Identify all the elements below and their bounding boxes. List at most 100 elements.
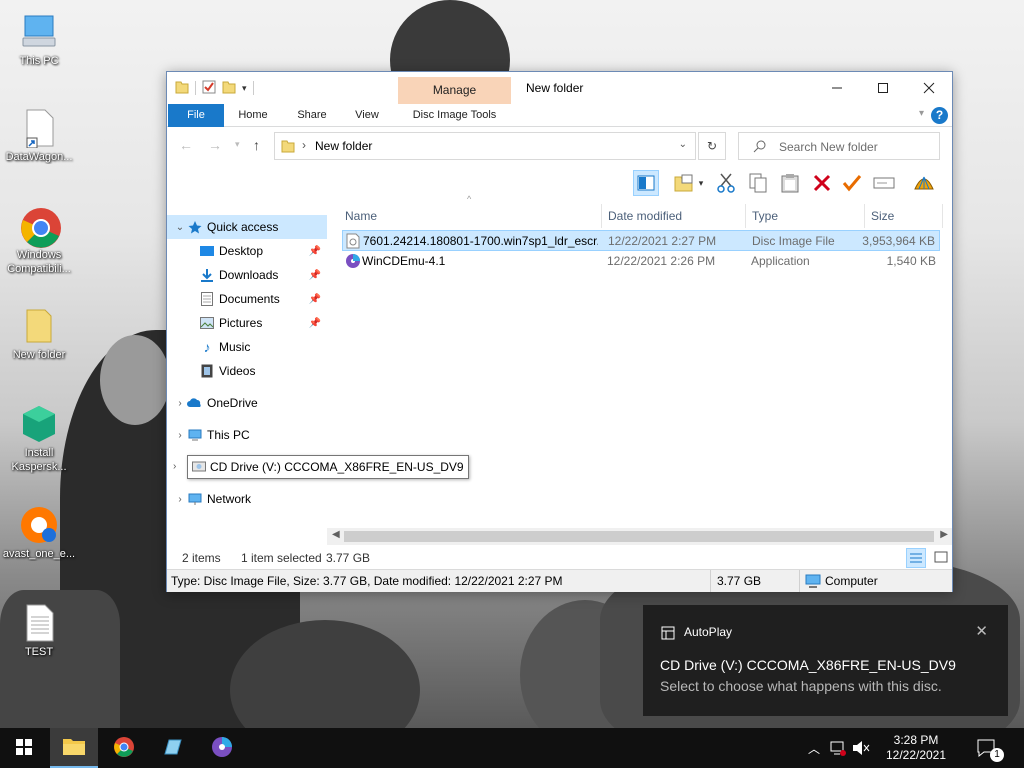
taskbar-chrome[interactable]: [100, 728, 148, 768]
cloud-icon: [187, 395, 203, 411]
desktop-icon-kaspersky[interactable]: Install Kaspersk...: [1, 404, 77, 474]
toast-title: CD Drive (V:) CCCOMA_X86FRE_EN-US_DV9: [660, 657, 956, 673]
minimize-button[interactable]: [814, 72, 860, 104]
nav-network[interactable]: › Network: [167, 487, 327, 511]
search-input[interactable]: Search New folder: [738, 132, 940, 160]
pin-icon[interactable]: 📌: [309, 318, 321, 329]
breadcrumb[interactable]: New folder: [315, 139, 372, 153]
tab-manage[interactable]: Manage: [398, 77, 511, 104]
desktop-icon-avast[interactable]: avast_one_e...: [1, 505, 77, 561]
column-header-name[interactable]: Name: [339, 204, 602, 228]
sort-indicator-icon: ^: [467, 194, 472, 204]
properties-icon[interactable]: [671, 170, 697, 196]
tab-disc-image-tools[interactable]: Disc Image Tools: [398, 104, 511, 127]
desktop-icon-this-pc[interactable]: This PC: [1, 12, 77, 68]
address-bar[interactable]: › New folder ⌄: [274, 132, 696, 160]
file-type: Application: [751, 254, 810, 268]
checkmark-icon[interactable]: [839, 170, 865, 196]
scroll-right-icon[interactable]: ▶: [940, 529, 948, 540]
chevron-right-icon[interactable]: ›: [173, 494, 187, 505]
pin-icon[interactable]: 📌: [309, 270, 321, 281]
desktop-icon-windows-compat[interactable]: Windows Compatibili...: [1, 206, 77, 276]
up-icon[interactable]: ↑: [253, 137, 260, 153]
desktop-icon-label: DataWagon...: [5, 151, 73, 163]
large-icons-view-icon[interactable]: [934, 550, 948, 567]
refresh-button[interactable]: ↻: [698, 132, 726, 160]
scrollbar-thumb[interactable]: [344, 531, 934, 542]
network-icon[interactable]: [830, 740, 846, 759]
copy-icon[interactable]: [745, 170, 771, 196]
file-shortcut-icon: [19, 108, 59, 149]
chevron-right-icon[interactable]: ›: [173, 430, 187, 441]
close-button[interactable]: [906, 72, 952, 104]
delete-icon[interactable]: [809, 170, 835, 196]
nav-music[interactable]: ♪ Music: [167, 335, 327, 359]
taskbar-app-notepad[interactable]: [148, 728, 196, 768]
tab-home[interactable]: Home: [229, 104, 277, 127]
help-icon[interactable]: ?: [931, 107, 948, 124]
address-row: ← → ▾ ↑ › New folder ⌄ ↻ Search New fold…: [167, 130, 952, 164]
nav-documents[interactable]: Documents 📌: [167, 287, 327, 311]
desktop-icon-new-folder[interactable]: New folder: [1, 306, 77, 362]
details-view-icon[interactable]: [906, 548, 926, 568]
table-row[interactable]: WinCDEmu-4.1 12/22/2021 2:26 PM Applicat…: [342, 251, 940, 272]
desktop-icon-test[interactable]: TEST: [1, 603, 77, 659]
nav-label: Music: [219, 340, 251, 354]
title-bar[interactable]: ▾ Manage New folder: [167, 72, 952, 104]
scroll-left-icon[interactable]: ◀: [332, 529, 340, 540]
start-button[interactable]: [0, 728, 48, 768]
nav-this-pc[interactable]: › This PC: [167, 423, 327, 447]
chevron-right-icon[interactable]: ›: [173, 461, 176, 472]
chevron-down-icon[interactable]: ⌄: [173, 222, 187, 233]
file-size: 3,953,964 KB: [862, 234, 935, 248]
maximize-button[interactable]: [860, 72, 906, 104]
tab-share[interactable]: Share: [289, 104, 335, 127]
qat-dropdown-icon[interactable]: ▾: [242, 83, 247, 94]
pin-icon[interactable]: 📌: [309, 246, 321, 257]
nav-pictures[interactable]: Pictures 📌: [167, 311, 327, 335]
column-header-size[interactable]: Size: [865, 204, 943, 228]
nav-desktop[interactable]: Desktop 📌: [167, 239, 327, 263]
nav-downloads[interactable]: Downloads 📌: [167, 263, 327, 287]
preview-pane-icon[interactable]: [633, 170, 659, 196]
clock-time: 3:28 PM: [893, 733, 939, 747]
paste-icon[interactable]: [777, 170, 803, 196]
taskbar-app-wincdemu[interactable]: [198, 728, 246, 768]
properties-icon[interactable]: [202, 80, 216, 97]
network-icon: [187, 491, 203, 507]
back-icon[interactable]: ←: [179, 137, 193, 153]
disc-shell-icon[interactable]: [911, 170, 937, 196]
taskbar-file-explorer[interactable]: [50, 728, 98, 768]
new-folder-icon[interactable]: [222, 80, 236, 97]
rename-icon[interactable]: [871, 170, 897, 196]
chevron-down-icon[interactable]: ▾: [919, 108, 924, 119]
column-header-date[interactable]: Date modified: [602, 204, 746, 228]
horizontal-scrollbar[interactable]: ◀ ▶: [327, 528, 952, 545]
nav-quick-access[interactable]: ⌄ Quick access: [167, 215, 327, 239]
autoplay-notification[interactable]: AutoPlay ✕ CD Drive (V:) CCCOMA_X86FRE_E…: [643, 605, 1008, 716]
text-file-icon: [19, 603, 59, 643]
nav-label: Quick access: [207, 220, 279, 234]
cut-icon[interactable]: [713, 170, 739, 196]
volume-muted-icon[interactable]: [852, 740, 870, 759]
tab-view[interactable]: View: [345, 104, 389, 127]
chevron-right-icon[interactable]: ›: [173, 398, 187, 409]
forward-icon[interactable]: →: [208, 137, 222, 153]
chevron-up-icon[interactable]: ︿: [808, 740, 820, 757]
breadcrumb-separator-icon[interactable]: ›: [302, 138, 306, 152]
close-icon[interactable]: ✕: [975, 622, 988, 640]
desktop-icon-datawagon[interactable]: DataWagon...: [1, 108, 77, 164]
refresh-icon: ↻: [706, 139, 718, 153]
nav-videos[interactable]: Videos: [167, 359, 327, 383]
dropdown-icon[interactable]: ▾: [695, 170, 707, 196]
clock[interactable]: 3:28 PM 12/22/2021: [876, 733, 956, 763]
column-header-type[interactable]: Type: [746, 204, 865, 228]
recent-locations-icon[interactable]: ▾: [235, 139, 240, 150]
table-row[interactable]: 7601.24214.180801-1700.win7sp1_ldr_escr.…: [342, 230, 940, 251]
address-dropdown-icon[interactable]: ⌄: [679, 139, 687, 150]
tab-file[interactable]: File: [168, 104, 224, 127]
status-size: 3.77 GB: [717, 574, 762, 588]
nav-onedrive[interactable]: › OneDrive: [167, 391, 327, 415]
file-date: 12/22/2021 2:27 PM: [608, 234, 717, 248]
pin-icon[interactable]: 📌: [309, 294, 321, 305]
